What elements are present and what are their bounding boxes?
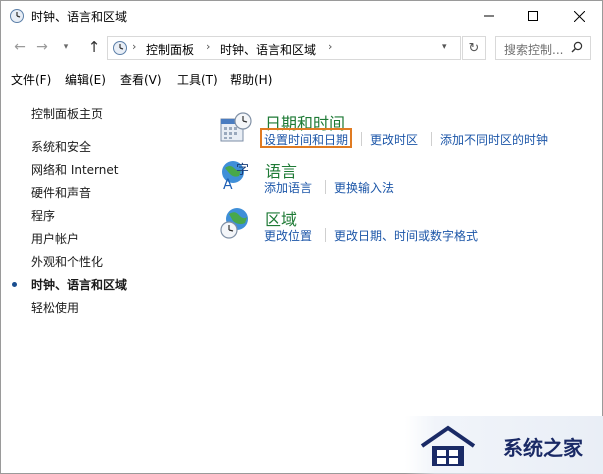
address-bar[interactable]: › 控制面板 › 时钟、语言和区域 › ▾: [107, 36, 461, 60]
nav-network-internet[interactable]: 网络和 Internet: [31, 161, 118, 178]
menu-help[interactable]: 帮助(H): [230, 71, 272, 88]
back-button[interactable]: ←: [11, 38, 29, 56]
current-item-bullet: [12, 282, 17, 287]
menu-edit[interactable]: 编辑(E): [65, 71, 106, 88]
close-icon: [573, 10, 585, 22]
recent-locations-button[interactable]: ▾: [57, 38, 75, 56]
link-add-language[interactable]: 添加语言: [264, 179, 312, 196]
close-button[interactable]: [556, 1, 602, 31]
nav-appearance[interactable]: 外观和个性化: [31, 253, 103, 270]
forward-button[interactable]: →: [33, 38, 51, 56]
arrow-left-icon: ←: [14, 39, 26, 55]
menu-tools[interactable]: 工具(T): [177, 71, 218, 88]
link-add-clocks[interactable]: 添加不同时区的时钟: [440, 131, 548, 148]
control-panel-icon: [113, 41, 127, 55]
breadcrumb-clock-language-region[interactable]: 时钟、语言和区域: [220, 41, 316, 58]
language-icon: 字 A: [222, 161, 249, 192]
menu-file[interactable]: 文件(F): [11, 71, 51, 88]
chevron-right-icon: ›: [206, 40, 211, 53]
minimize-icon: [484, 15, 494, 17]
link-separator: [325, 228, 326, 242]
link-change-location[interactable]: 更改位置: [264, 227, 312, 244]
link-change-date-time-number-format[interactable]: 更改日期、时间或数字格式: [334, 227, 478, 244]
address-row: ← → ▾ ↑ › 控制面板 › 时钟、语言和区域 › ▾ ↻ 搜索控制...: [1, 34, 602, 62]
search-placeholder: 搜索控制...: [504, 43, 564, 57]
link-change-input-method[interactable]: 更换输入法: [334, 179, 394, 196]
address-dropdown-icon[interactable]: ▾: [442, 42, 447, 52]
maximize-icon: [528, 11, 538, 21]
nav-user-accounts[interactable]: 用户帐户: [31, 230, 79, 247]
title-bar: 时钟、语言和区域: [1, 1, 602, 31]
chevron-down-icon: ▾: [63, 42, 69, 52]
globe-clock-icon: [220, 208, 248, 239]
svg-text:字: 字: [236, 163, 249, 178]
house-logo-icon: [420, 425, 476, 466]
link-change-timezone[interactable]: 更改时区: [370, 131, 418, 148]
link-separator: [325, 180, 326, 194]
highlight-box: [260, 128, 352, 148]
nav-hardware-sound[interactable]: 硬件和声音: [31, 184, 91, 201]
calendar-clock-icon: [220, 112, 252, 142]
nav-ease-of-access[interactable]: 轻松使用: [31, 299, 79, 316]
nav-control-panel-home[interactable]: 控制面板主页: [31, 105, 103, 122]
search-icon: [571, 41, 583, 53]
svg-text:A: A: [223, 177, 233, 192]
arrow-right-icon: →: [36, 39, 48, 55]
minimize-button[interactable]: [466, 1, 512, 31]
search-input[interactable]: 搜索控制...: [495, 36, 591, 60]
nav-clock-language-region[interactable]: 时钟、语言和区域: [31, 276, 127, 293]
link-separator: [361, 132, 362, 146]
watermark-text: 系统之家: [503, 436, 583, 460]
refresh-button[interactable]: ↻: [462, 36, 486, 60]
nav-system-security[interactable]: 系统和安全: [31, 138, 91, 155]
control-panel-window: 时钟、语言和区域 ← → ▾ ↑ › 控制面板 › 时钟、语言和区域 › ▾ ↻…: [0, 0, 603, 474]
maximize-button[interactable]: [510, 1, 556, 31]
clock-globe-icon: [10, 9, 24, 23]
up-button[interactable]: ↑: [85, 38, 103, 56]
menu-view[interactable]: 查看(V): [120, 71, 162, 88]
breadcrumb-control-panel[interactable]: 控制面板: [146, 41, 194, 58]
link-separator: [431, 132, 432, 146]
nav-programs[interactable]: 程序: [31, 207, 55, 224]
menu-bar: 文件(F) 编辑(E) 查看(V) 工具(T) 帮助(H): [1, 69, 602, 89]
window-title: 时钟、语言和区域: [31, 10, 128, 24]
chevron-right-icon: ›: [328, 40, 333, 53]
chevron-right-icon: ›: [132, 40, 137, 53]
arrow-up-icon: ↑: [87, 38, 101, 56]
refresh-icon: ↻: [468, 40, 480, 56]
